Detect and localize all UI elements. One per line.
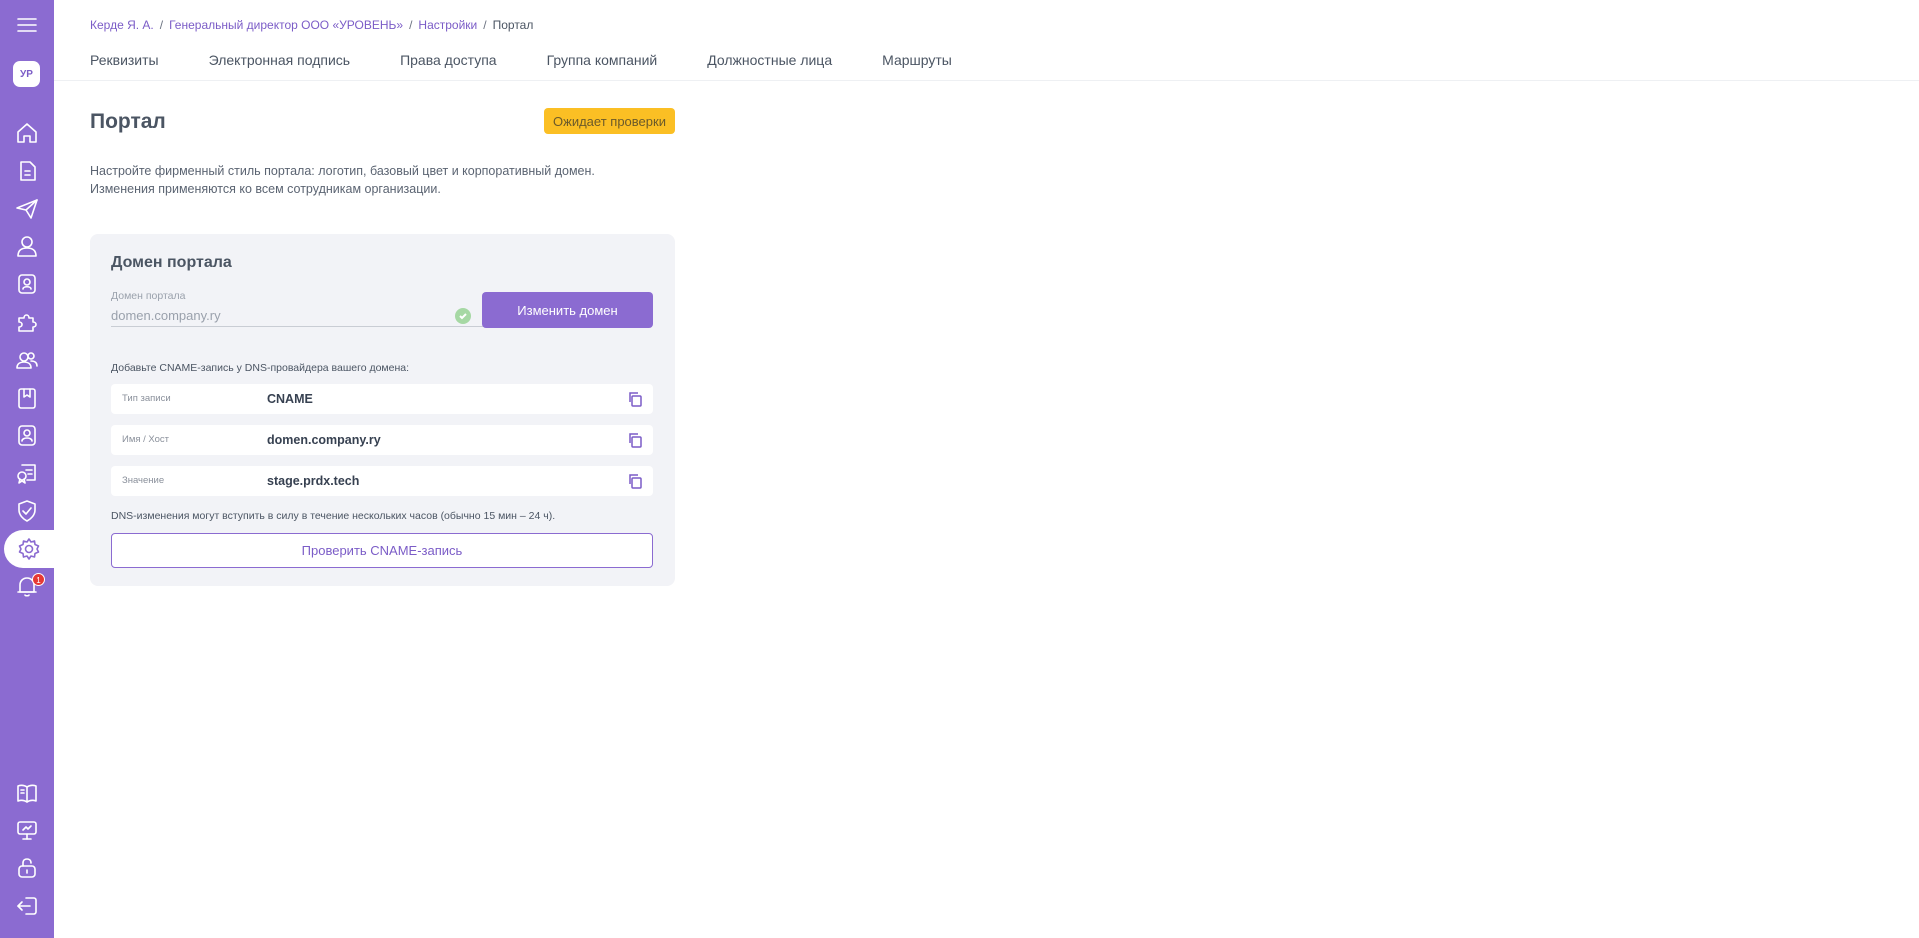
- breadcrumb-separator: /: [159, 18, 164, 32]
- breadcrumb-item-settings[interactable]: Настройки: [418, 18, 477, 32]
- book-icon[interactable]: [0, 774, 54, 812]
- status-badge: Ожидает проверки: [544, 108, 675, 134]
- domain-card: Домен портала Домен портала domen.compan…: [90, 234, 675, 586]
- notification-badge: 1: [32, 573, 45, 586]
- check-cname-button[interactable]: Проверить CNAME-запись: [111, 533, 653, 568]
- gear-icon[interactable]: [4, 530, 54, 568]
- logout-icon[interactable]: [0, 887, 54, 925]
- breadcrumb-separator: /: [409, 18, 413, 32]
- domain-input-underline: [111, 326, 493, 327]
- puzzle-icon[interactable]: [0, 303, 54, 341]
- dns-record-row: Имя / Хост domen.company.ry: [111, 425, 653, 455]
- user-icon[interactable]: [0, 227, 54, 265]
- domain-input[interactable]: domen.company.ry: [111, 308, 221, 323]
- description-line: Настройте фирменный стиль портала: логот…: [90, 164, 595, 178]
- dns-record-key: Значение: [122, 475, 165, 486]
- description-line: Изменения применяются ко всем сотрудника…: [90, 182, 441, 196]
- tab-access-rights[interactable]: Права доступа: [400, 52, 496, 68]
- contact-card-icon[interactable]: [0, 416, 54, 454]
- dns-record-value: CNAME: [267, 392, 313, 406]
- tab-requisites[interactable]: Реквизиты: [90, 52, 159, 68]
- badge-icon[interactable]: [0, 264, 54, 302]
- lock-open-icon[interactable]: [0, 849, 54, 887]
- dns-record-value: stage.prdx.tech: [267, 474, 360, 488]
- page-description: Настройте фирменный стиль портала: логот…: [90, 162, 595, 198]
- users-icon[interactable]: [0, 341, 54, 379]
- document-icon[interactable]: [0, 152, 54, 190]
- tabs-divider: [54, 80, 1919, 81]
- dns-record-key: Тип записи: [122, 393, 171, 404]
- tab-officials[interactable]: Должностные лица: [707, 52, 832, 68]
- settings-tabs: Реквизиты Электронная подпись Права дост…: [90, 52, 1002, 68]
- breadcrumb-separator: /: [483, 18, 487, 32]
- tab-electronic-signature[interactable]: Электронная подпись: [209, 52, 350, 68]
- bookmark-book-icon[interactable]: [0, 379, 54, 417]
- dns-note: DNS-изменения могут вступить в силу в те…: [111, 510, 556, 522]
- dns-record-row: Значение stage.prdx.tech: [111, 466, 653, 496]
- breadcrumb-current: Портал: [492, 18, 534, 32]
- change-domain-button[interactable]: Изменить домен: [482, 292, 653, 328]
- page-title: Портал: [90, 110, 166, 133]
- check-circle-icon: [455, 308, 471, 324]
- tab-company-group[interactable]: Группа компаний: [547, 52, 658, 68]
- avatar[interactable]: УР: [13, 61, 40, 87]
- certificate-icon[interactable]: [0, 454, 54, 492]
- copy-icon[interactable]: [627, 391, 643, 407]
- shield-check-icon[interactable]: [0, 492, 54, 530]
- home-icon[interactable]: [0, 114, 54, 152]
- card-title: Домен портала: [111, 254, 232, 271]
- breadcrumb-item-user[interactable]: Керде Я. А.: [90, 18, 154, 32]
- tab-routes[interactable]: Маршруты: [882, 52, 952, 68]
- dns-hint: Добавьте CNAME-запись у DNS-провайдера в…: [111, 362, 410, 374]
- sidebar: УР 1: [0, 0, 54, 938]
- breadcrumb: Керде Я. А. / Генеральный директор ООО «УР…: [90, 18, 533, 32]
- dns-record-value: domen.company.ry: [267, 433, 381, 447]
- dns-record-row: Тип записи CNAME: [111, 384, 653, 414]
- bell-icon[interactable]: 1: [0, 567, 54, 605]
- copy-icon[interactable]: [627, 432, 643, 448]
- domain-field-label: Домен портала: [111, 290, 186, 302]
- dns-record-key: Имя / Хост: [122, 434, 170, 445]
- breadcrumb-item-organization[interactable]: Генеральный директор ООО «УРОВЕНЬ»: [169, 18, 403, 32]
- menu-icon[interactable]: [0, 6, 54, 44]
- send-icon[interactable]: [0, 190, 54, 228]
- presentation-icon[interactable]: [0, 811, 54, 849]
- copy-icon[interactable]: [627, 473, 643, 489]
